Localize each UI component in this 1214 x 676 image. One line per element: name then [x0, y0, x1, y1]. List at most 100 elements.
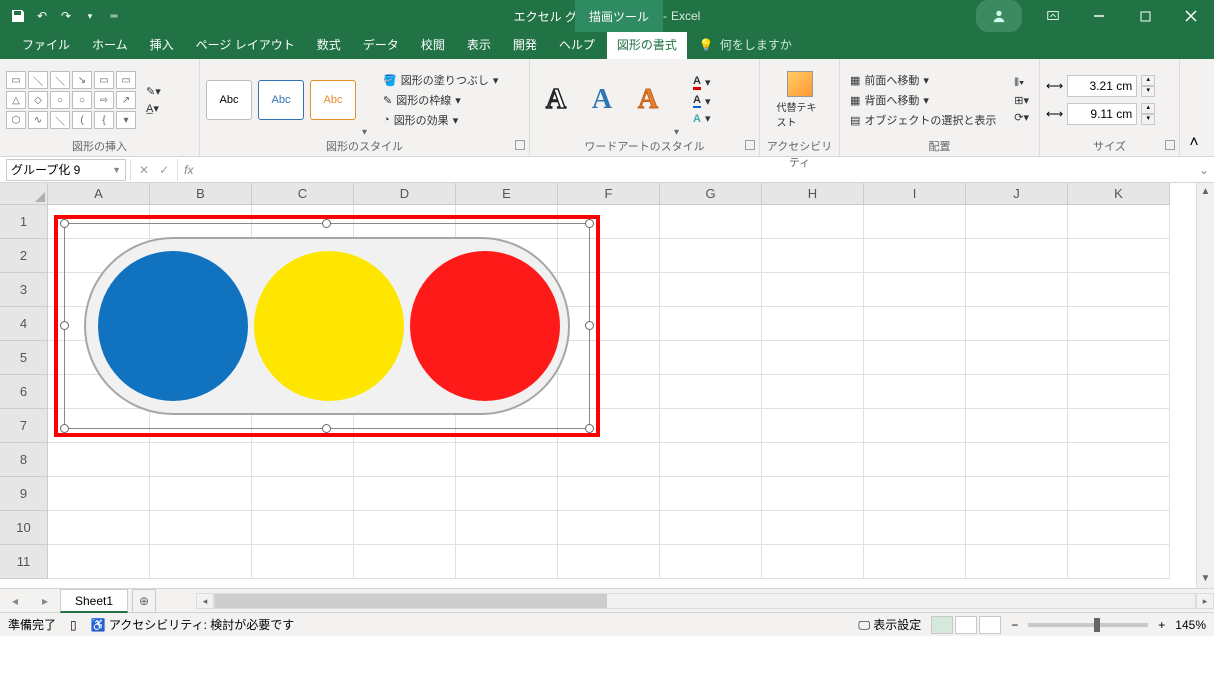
wordart-preset-3[interactable]: A — [628, 84, 668, 116]
cell[interactable] — [966, 273, 1068, 307]
cell[interactable] — [966, 511, 1068, 545]
style-preset-3[interactable]: Abc — [310, 80, 356, 120]
scroll-down-icon[interactable]: ▼ — [1197, 570, 1214, 588]
cell[interactable] — [354, 545, 456, 579]
cell[interactable] — [558, 443, 660, 477]
col-header[interactable]: F — [558, 183, 660, 205]
row-header[interactable]: 7 — [0, 409, 48, 443]
tab-scroll-right-icon[interactable]: ▸ — [42, 594, 48, 608]
style-preset-2[interactable]: Abc — [258, 80, 304, 120]
save-icon[interactable] — [10, 8, 26, 24]
resize-handle[interactable] — [60, 219, 69, 228]
tab-view[interactable]: 表示 — [457, 31, 501, 59]
resize-handle[interactable] — [585, 219, 594, 228]
cell[interactable] — [48, 545, 150, 579]
horizontal-scrollbar[interactable]: ◂ ▸ — [196, 593, 1214, 609]
tell-me[interactable]: 💡 何をしますか — [689, 31, 802, 59]
expand-formula-bar-icon[interactable]: ⌄ — [1194, 163, 1214, 177]
shape-width-input[interactable] — [1067, 103, 1137, 125]
cell[interactable] — [864, 545, 966, 579]
tab-formulas[interactable]: 数式 — [307, 31, 351, 59]
cell[interactable] — [966, 443, 1068, 477]
row-header[interactable]: 6 — [0, 375, 48, 409]
selected-shape-group[interactable] — [54, 215, 600, 437]
cell[interactable] — [660, 511, 762, 545]
cell[interactable] — [966, 205, 1068, 239]
macro-record-icon[interactable]: ▯ — [70, 618, 77, 632]
cell[interactable] — [864, 239, 966, 273]
resize-handle[interactable] — [585, 321, 594, 330]
width-spinner[interactable]: ▴▾ — [1141, 103, 1155, 125]
resize-handle[interactable] — [322, 424, 331, 433]
account-icon[interactable] — [976, 0, 1022, 32]
cell[interactable] — [660, 375, 762, 409]
col-header[interactable]: D — [354, 183, 456, 205]
redo-icon[interactable]: ↷ — [58, 8, 74, 24]
cell[interactable] — [1068, 545, 1170, 579]
row-header[interactable]: 3 — [0, 273, 48, 307]
cell[interactable] — [150, 443, 252, 477]
row-header[interactable]: 8 — [0, 443, 48, 477]
cell[interactable] — [660, 477, 762, 511]
qat-customize-icon[interactable]: ═ — [106, 8, 122, 24]
cell[interactable] — [1068, 307, 1170, 341]
cell[interactable] — [762, 511, 864, 545]
cell[interactable] — [762, 409, 864, 443]
cell[interactable] — [660, 545, 762, 579]
row-header[interactable]: 2 — [0, 239, 48, 273]
accessibility-status[interactable]: ♿ アクセシビリティ: 検討が必要です — [91, 616, 295, 633]
sheet-tab-sheet1[interactable]: Sheet1 — [60, 589, 128, 613]
cell[interactable] — [1068, 375, 1170, 409]
maximize-button[interactable] — [1122, 0, 1168, 32]
cell[interactable] — [966, 409, 1068, 443]
cell[interactable] — [456, 511, 558, 545]
wordart-preset-1[interactable]: A — [536, 84, 576, 116]
tab-review[interactable]: 校閲 — [411, 31, 455, 59]
tab-home[interactable]: ホーム — [82, 31, 138, 59]
col-header[interactable]: A — [48, 183, 150, 205]
cell[interactable] — [762, 239, 864, 273]
cell[interactable] — [354, 511, 456, 545]
rotate-button[interactable]: ⟳▾ — [1010, 110, 1033, 125]
scroll-up-icon[interactable]: ▲ — [1197, 183, 1214, 201]
cell[interactable] — [252, 443, 354, 477]
display-settings-button[interactable]: 🖵 表示設定 — [858, 616, 921, 633]
cell[interactable] — [150, 511, 252, 545]
cell[interactable] — [966, 341, 1068, 375]
tab-shape-format[interactable]: 図形の書式 — [607, 31, 687, 59]
cell[interactable] — [660, 307, 762, 341]
resize-handle[interactable] — [322, 219, 331, 228]
cell[interactable] — [1068, 239, 1170, 273]
shape-height-input[interactable] — [1067, 75, 1137, 97]
shape-styles-dialog-icon[interactable] — [515, 140, 525, 150]
tab-help[interactable]: ヘルプ — [549, 31, 605, 59]
cell[interactable] — [660, 273, 762, 307]
cell[interactable] — [354, 443, 456, 477]
text-effects-button[interactable]: A▾ — [689, 111, 714, 126]
col-header[interactable]: J — [966, 183, 1068, 205]
cell[interactable] — [762, 477, 864, 511]
name-box-dropdown-icon[interactable]: ▼ — [112, 165, 121, 175]
zoom-in-button[interactable]: + — [1158, 618, 1165, 632]
cell[interactable] — [456, 545, 558, 579]
cell[interactable] — [252, 477, 354, 511]
cell[interactable] — [252, 545, 354, 579]
cell[interactable] — [456, 477, 558, 511]
cell[interactable] — [354, 477, 456, 511]
cell[interactable] — [1068, 273, 1170, 307]
cell[interactable] — [864, 409, 966, 443]
cell[interactable] — [762, 273, 864, 307]
cancel-formula-icon[interactable]: ✕ — [139, 163, 149, 177]
tab-insert[interactable]: 挿入 — [140, 31, 184, 59]
cell[interactable] — [1068, 409, 1170, 443]
style-gallery-more-icon[interactable]: ▾ — [362, 127, 367, 138]
wordart-dialog-icon[interactable] — [745, 140, 755, 150]
cell[interactable] — [1068, 477, 1170, 511]
fx-icon[interactable]: fx — [178, 163, 199, 177]
row-header[interactable]: 5 — [0, 341, 48, 375]
select-all-corner[interactable] — [0, 183, 48, 205]
row-header[interactable]: 9 — [0, 477, 48, 511]
cell[interactable] — [48, 443, 150, 477]
cell[interactable] — [966, 239, 1068, 273]
cell[interactable] — [660, 239, 762, 273]
